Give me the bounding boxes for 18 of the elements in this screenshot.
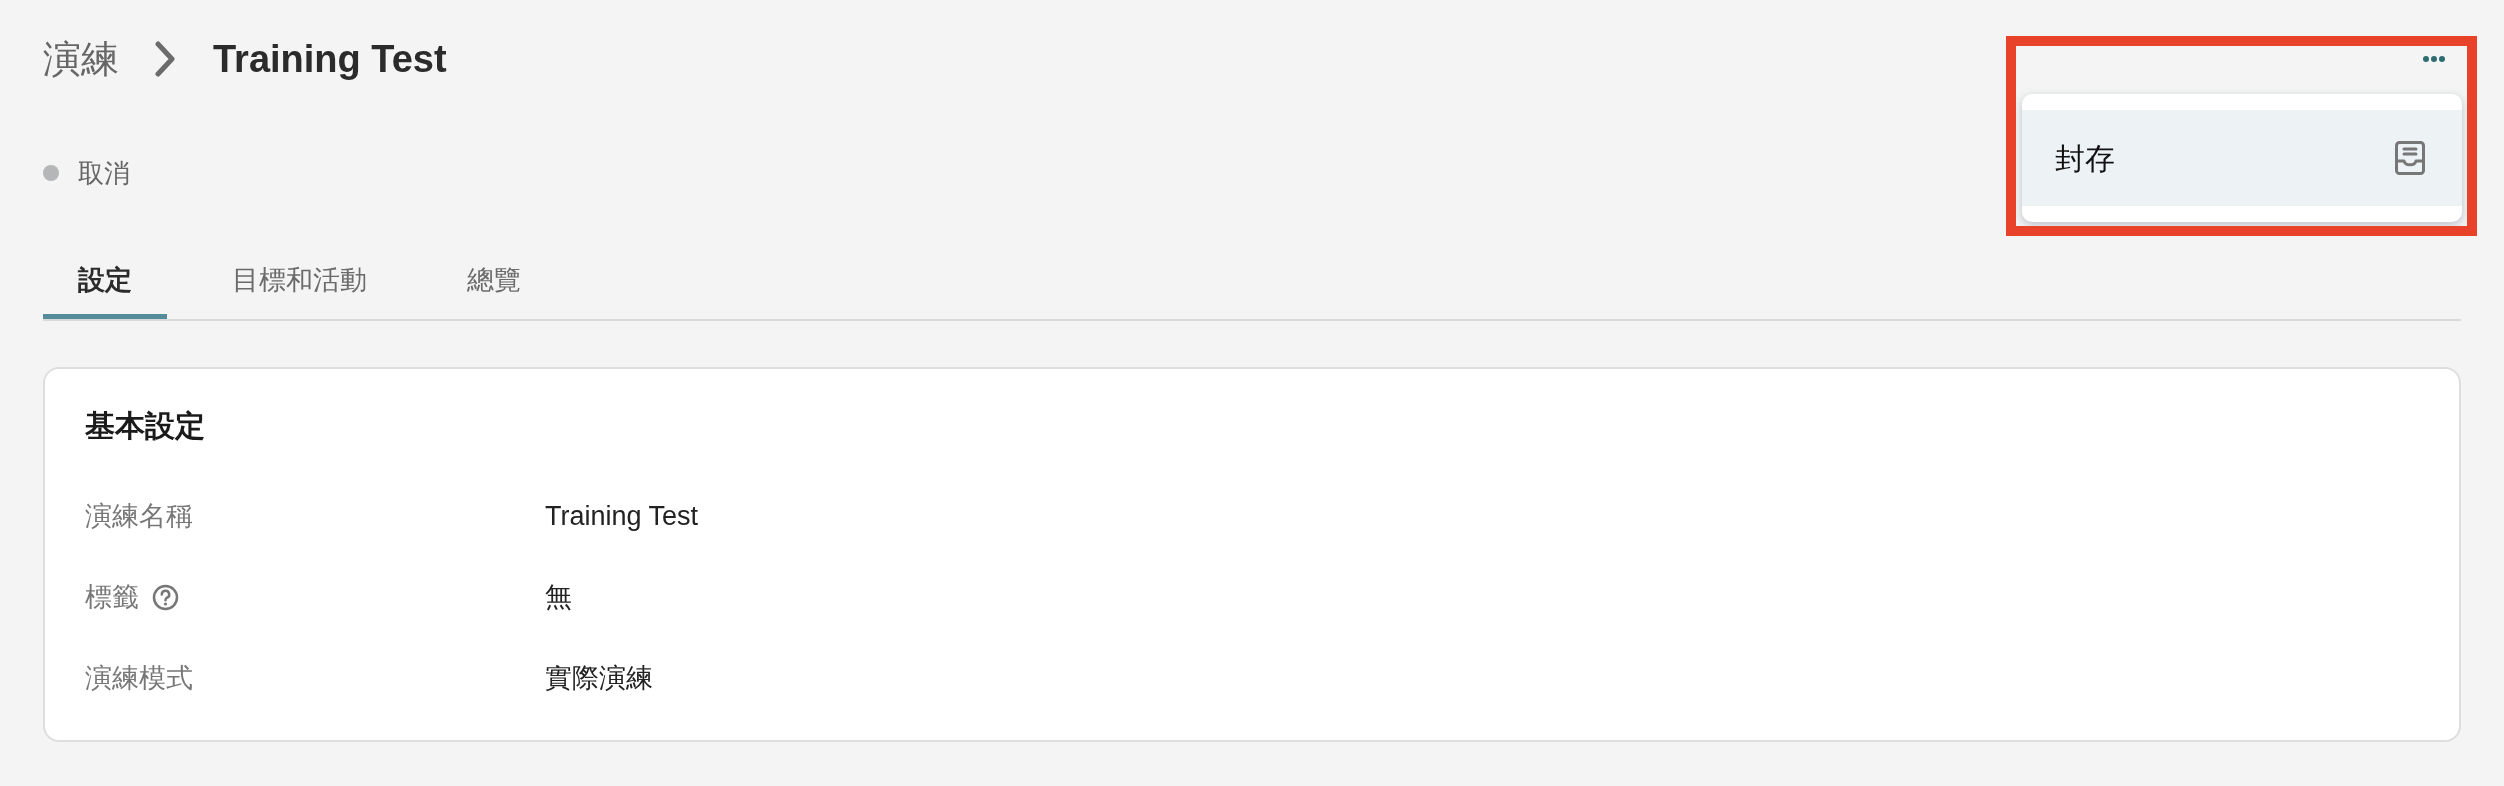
more-dots-icon: [2423, 56, 2445, 62]
archive-tray-icon: [2395, 141, 2425, 175]
field-label: 演練名稱: [85, 500, 193, 533]
breadcrumb-link[interactable]: 演練: [43, 36, 119, 82]
field-value: 無: [545, 581, 572, 614]
archive-menu-item[interactable]: 封存: [2022, 110, 2462, 206]
tab[interactable]: 目標和活動: [197, 264, 402, 319]
field-value: 實際演練: [545, 662, 653, 695]
field-label: 演練模式: [85, 662, 193, 695]
field-value: Training Test: [545, 500, 699, 533]
tab[interactable]: 總覽: [432, 264, 556, 319]
status-label: 取消: [78, 158, 130, 188]
help-icon[interactable]: [152, 583, 179, 611]
card-title: 基本設定: [85, 408, 205, 444]
tab[interactable]: 設定: [43, 264, 167, 319]
page-title: Training Test: [213, 37, 447, 82]
chevron-right-icon: [154, 41, 176, 77]
field-label: 標籤: [85, 581, 139, 614]
